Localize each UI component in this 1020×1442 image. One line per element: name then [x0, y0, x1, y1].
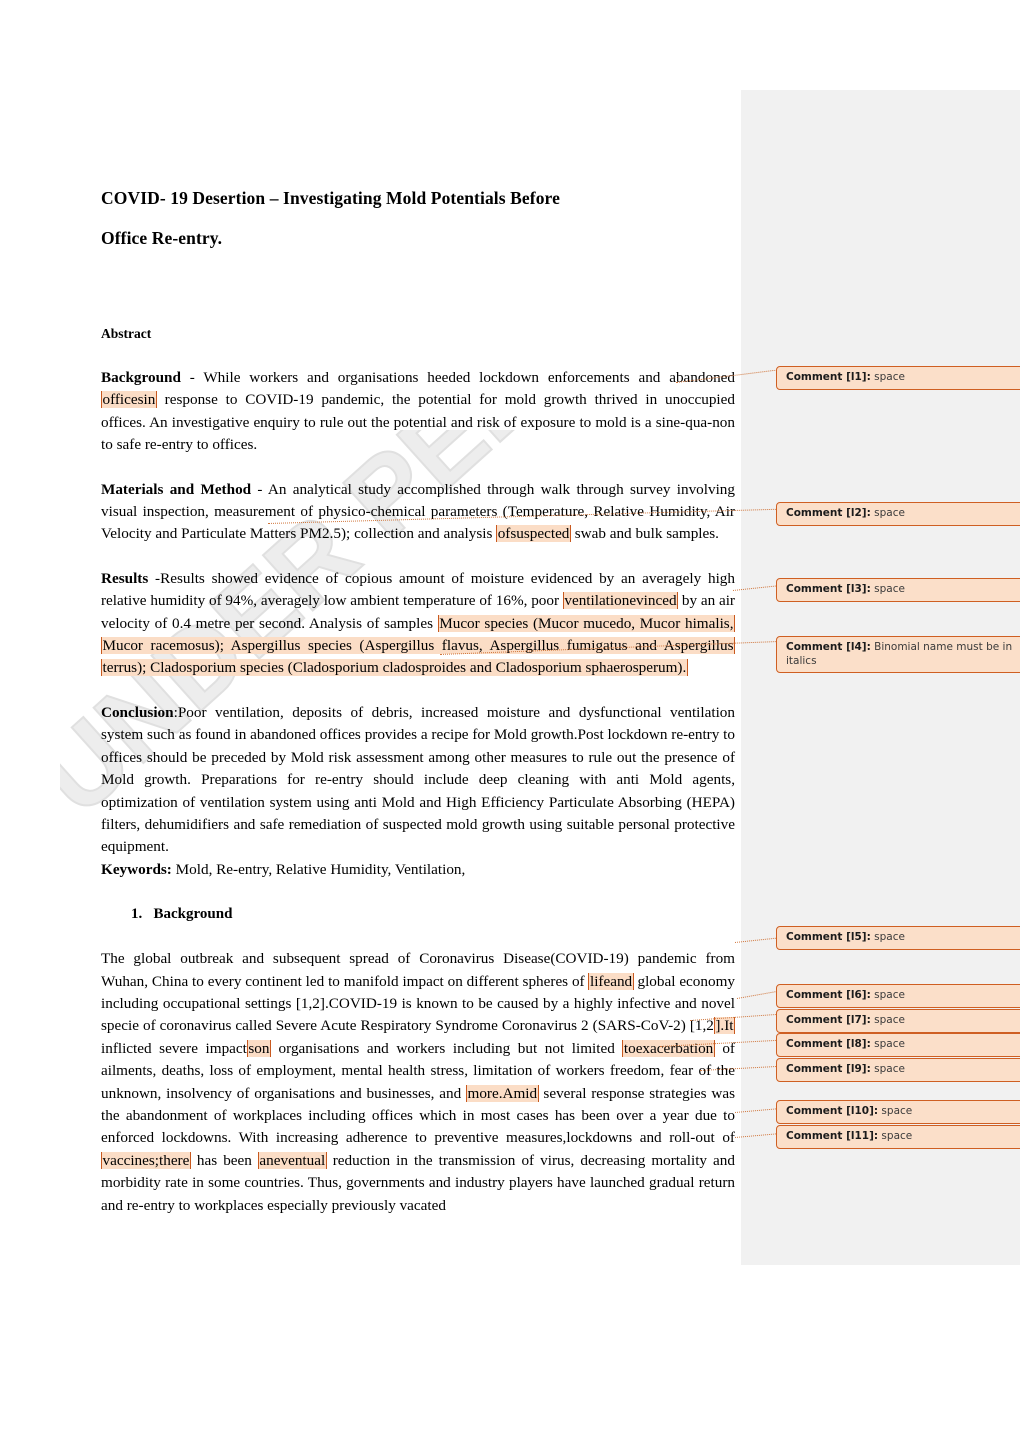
abstract-heading: Abstract	[101, 326, 152, 341]
comment-label-l1: Comment [l1]:	[786, 371, 871, 383]
comment-box-l5[interactable]: Comment [l5]: space	[776, 926, 1020, 950]
comment-label-l7: Comment [l7]:	[786, 1014, 871, 1026]
comment-text-l11: space	[878, 1130, 913, 1142]
abstract-results-paragraph: Results -Results showed evidence of copi…	[101, 568, 736, 680]
background-text-2: response to COVID-19 pandemic, the poten…	[101, 391, 735, 454]
conclusion-text: :Poor ventilation, deposits of debris, i…	[101, 703, 735, 856]
comment-text-l9: space	[870, 1063, 905, 1075]
comment-label-l10: Comment [l10]:	[786, 1105, 879, 1117]
comment-text-l3: space	[870, 583, 905, 595]
document-page: UNDER PEER REVIEW COVID- 19 Desertion – …	[0, 0, 1020, 1442]
comment-text-l7: space	[870, 1014, 905, 1026]
results-label: Results	[101, 569, 149, 587]
comment-text-l5: space	[870, 931, 905, 943]
materials-label: Materials and Method	[101, 480, 252, 498]
comment-box-l9[interactable]: Comment [l9]: space	[776, 1058, 1020, 1082]
comment-label-l11: Comment [l11]:	[786, 1130, 879, 1142]
comment-box-l8[interactable]: Comment [l8]: space	[776, 1033, 1020, 1057]
conclusion-label: Conclusion	[101, 703, 174, 721]
comment-box-l2[interactable]: Comment [l2]: space	[776, 502, 1020, 526]
comment-label-l6: Comment [l6]:	[786, 989, 871, 1001]
section-1-title: Background	[153, 906, 233, 923]
tracked-change-dot-it[interactable]: ].It	[713, 1017, 735, 1035]
s1-text-3: inflicted severe impact	[101, 1039, 247, 1057]
s1-text-4: organisations and workers including but …	[270, 1039, 623, 1057]
comment-box-l1[interactable]: Comment [l1]: space	[776, 366, 1020, 390]
background-text-1: - While workers and organisations heeded…	[180, 369, 735, 386]
comment-label-l5: Comment [l5]:	[786, 931, 871, 943]
comment-text-l10: space	[878, 1105, 913, 1117]
s1-text-7: has been	[190, 1151, 258, 1169]
tracked-change-vaccines-there[interactable]: vaccines;there	[101, 1151, 191, 1169]
abstract-background-paragraph: Background - While workers and organisat…	[101, 367, 735, 457]
comment-text-l1: space	[870, 371, 905, 383]
comment-label-l2: Comment [l2]:	[786, 507, 871, 519]
tracked-change-aneventual[interactable]: aneventual	[257, 1151, 327, 1169]
comment-box-l7[interactable]: Comment [l7]: space	[776, 1009, 1020, 1033]
tracked-change-ofsuspected[interactable]: ofsuspected	[496, 525, 571, 543]
comment-box-l4[interactable]: Comment [l4]: Binomial name must be in i…	[776, 636, 1020, 673]
comment-text-l8: space	[870, 1038, 905, 1050]
keywords-value: Mold, Re-entry, Relative Humidity, Venti…	[171, 860, 466, 878]
title-line-2: Office Re-entry.	[101, 228, 223, 248]
section-1-number: 1.	[131, 906, 143, 923]
comment-box-l11[interactable]: Comment [l11]: space	[776, 1125, 1020, 1149]
tracked-change-officesin[interactable]: officesin	[101, 391, 157, 409]
background-label: Background	[101, 369, 181, 386]
comment-label-l4: Comment [l4]:	[786, 641, 871, 653]
comment-label-l3: Comment [l3]:	[786, 583, 871, 595]
comment-label-l9: Comment [l9]:	[786, 1063, 871, 1075]
tracked-change-lifeand[interactable]: lifeand	[588, 972, 634, 990]
comment-text-l6: space	[870, 989, 905, 1001]
text-column: COVID- 19 Desertion – Investigating Mold…	[101, 178, 736, 1217]
comment-gutter	[741, 90, 1020, 1265]
comment-box-l10[interactable]: Comment [l10]: space	[776, 1100, 1020, 1124]
keywords-paragraph: Keywords: Mold, Re-entry, Relative Humid…	[101, 859, 735, 881]
section-1-paragraph: The global outbreak and subsequent sprea…	[101, 948, 735, 1217]
comment-text-l2: space	[870, 507, 905, 519]
section-1-heading: 1. Background	[101, 906, 735, 923]
title-line-1: COVID- 19 Desertion – Investigating Mold…	[101, 188, 560, 208]
abstract-conclusion-paragraph: Conclusion:Poor ventilation, deposits of…	[101, 702, 735, 859]
tracked-change-ventilationevinced[interactable]: ventilationevinced	[562, 592, 679, 610]
page-title: COVID- 19 Desertion – Investigating Mold…	[101, 178, 735, 258]
tracked-change-son[interactable]: son	[246, 1039, 271, 1057]
tracked-change-toexacerbation[interactable]: toexacerbation	[622, 1039, 715, 1057]
tracked-change-more-amid[interactable]: more.Amid	[466, 1084, 539, 1102]
comment-label-l8: Comment [l8]:	[786, 1038, 871, 1050]
materials-text-2: swab and bulk samples.	[570, 525, 719, 543]
comment-box-l6[interactable]: Comment [l6]: space	[776, 984, 1020, 1008]
keywords-label: Keywords:	[101, 860, 172, 878]
comment-box-l3[interactable]: Comment [l3]: space	[776, 578, 1020, 602]
